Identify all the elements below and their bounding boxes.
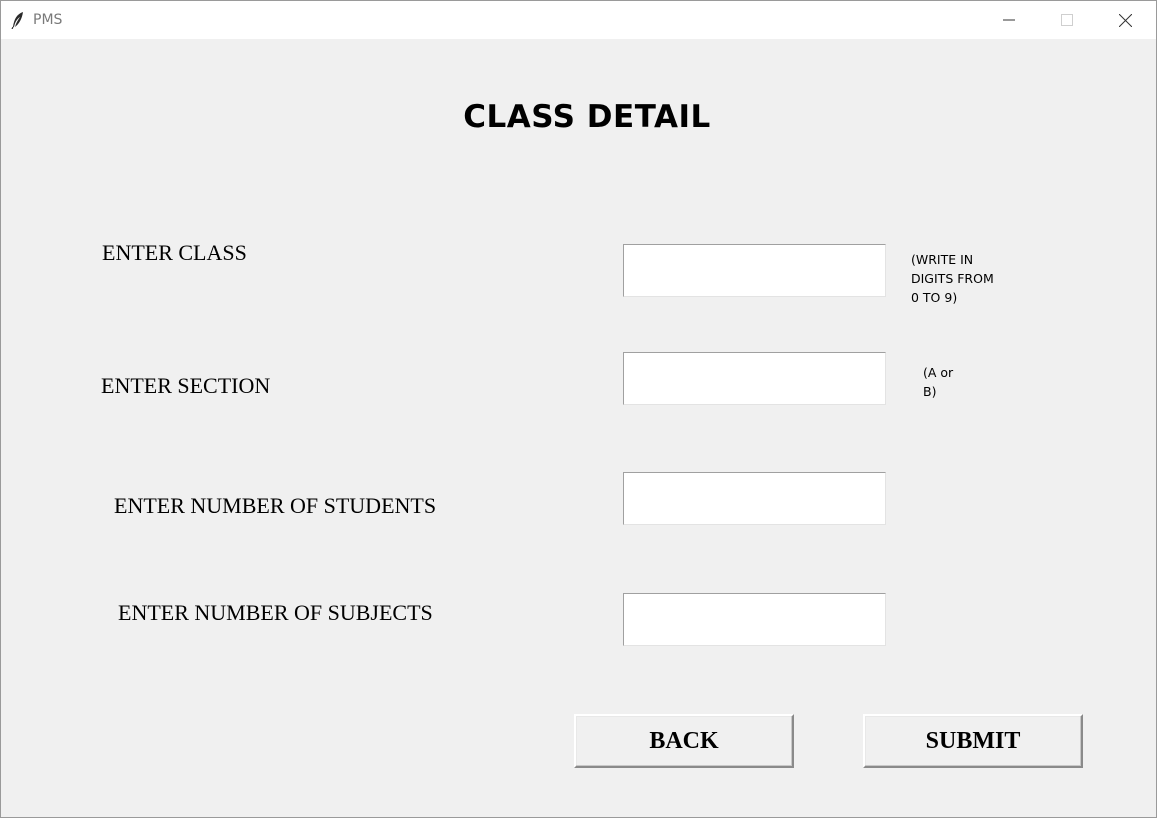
class-input[interactable] xyxy=(623,244,886,297)
title-bar[interactable]: PMS xyxy=(1,1,1156,39)
students-input[interactable] xyxy=(623,472,886,525)
subjects-label: ENTER NUMBER OF SUBJECTS xyxy=(118,600,433,625)
close-button[interactable] xyxy=(1096,1,1154,39)
class-label: ENTER CLASS xyxy=(102,240,247,265)
maximize-button[interactable] xyxy=(1038,1,1096,39)
feather-icon xyxy=(11,11,25,30)
submit-button[interactable]: SUBMIT xyxy=(863,714,1083,768)
page-title: CLASS DETAIL xyxy=(463,99,711,135)
minimize-icon xyxy=(1003,14,1015,26)
section-input[interactable] xyxy=(623,352,886,405)
minimize-button[interactable] xyxy=(980,1,1038,39)
class-hint: (WRITE IN DIGITS FROM 0 TO 9) xyxy=(911,252,994,305)
app-window: PMS CLASS DETAIL ENTER CLASS (WRITE IN D… xyxy=(0,0,1157,818)
students-label: ENTER NUMBER OF STUDENTS xyxy=(114,493,437,518)
section-hint: (A or B) xyxy=(923,365,954,399)
section-label: ENTER SECTION xyxy=(101,373,271,398)
subjects-input[interactable] xyxy=(623,593,886,646)
maximize-icon xyxy=(1061,14,1073,26)
back-button[interactable]: BACK xyxy=(574,714,794,768)
close-icon xyxy=(1118,13,1132,27)
window-title: PMS xyxy=(33,12,63,28)
